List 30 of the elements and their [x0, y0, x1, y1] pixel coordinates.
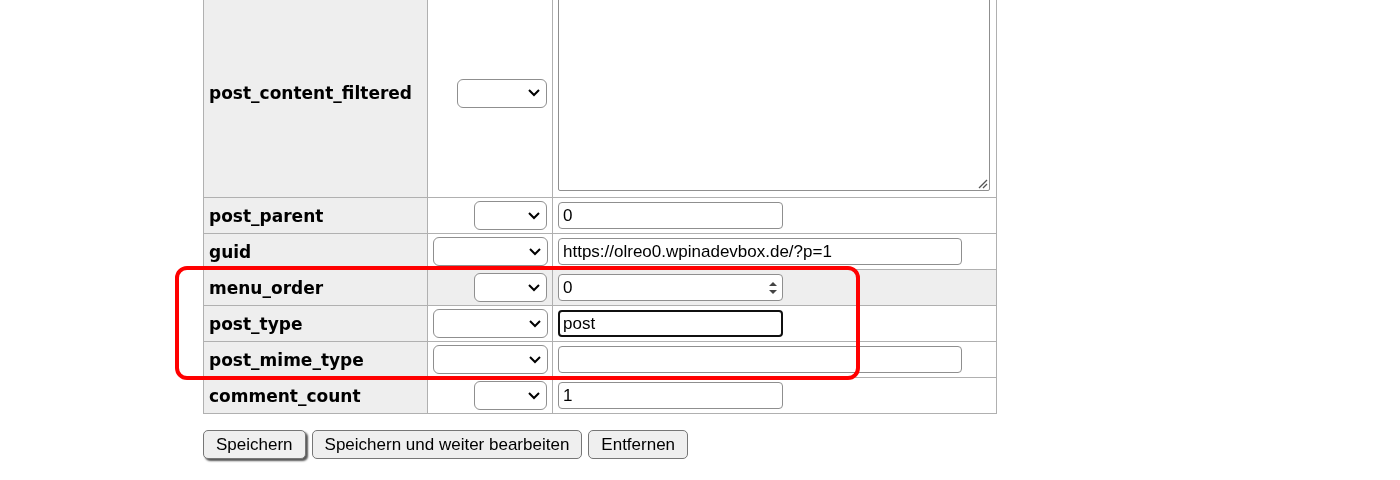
function-dropdown[interactable]	[433, 345, 548, 374]
chevron-down-icon	[528, 283, 540, 292]
input-field[interactable]	[558, 346, 962, 373]
input-field[interactable]: 0	[558, 202, 783, 229]
field-label: post_mime_type	[203, 341, 428, 378]
form-button[interactable]: Entfernen	[588, 430, 689, 459]
chevron-down-icon	[529, 247, 541, 256]
input-field[interactable]: post	[558, 310, 783, 337]
function-dropdown[interactable]	[474, 273, 547, 302]
function-dropdown[interactable]	[474, 201, 547, 230]
chevron-down-icon	[528, 211, 540, 220]
form-button[interactable]: Speichern	[203, 430, 306, 459]
function-dropdown[interactable]	[457, 78, 547, 108]
field-label: post_type	[203, 305, 428, 342]
function-dropdown[interactable]	[433, 309, 548, 338]
chevron-down-icon	[528, 391, 540, 400]
resize-grip-icon	[978, 179, 988, 189]
field-label: menu_order	[203, 269, 428, 306]
field-label: post_content_filtered	[203, 0, 428, 198]
input-field[interactable]: 0	[558, 274, 783, 301]
chevron-down-icon	[529, 319, 541, 328]
function-dropdown[interactable]	[474, 381, 547, 410]
field-label: post_parent	[203, 197, 428, 234]
chevron-down-icon	[528, 89, 540, 97]
chevron-down-icon	[529, 355, 541, 364]
function-dropdown[interactable]	[433, 237, 548, 266]
input-field[interactable]: https://olreo0.wpinadevbox.de/?p=1	[558, 238, 962, 265]
spinner-arrows-icon[interactable]	[768, 280, 778, 295]
input-field[interactable]: 1	[558, 382, 783, 409]
form-button[interactable]: Speichern und weiter bearbeiten	[311, 430, 583, 459]
